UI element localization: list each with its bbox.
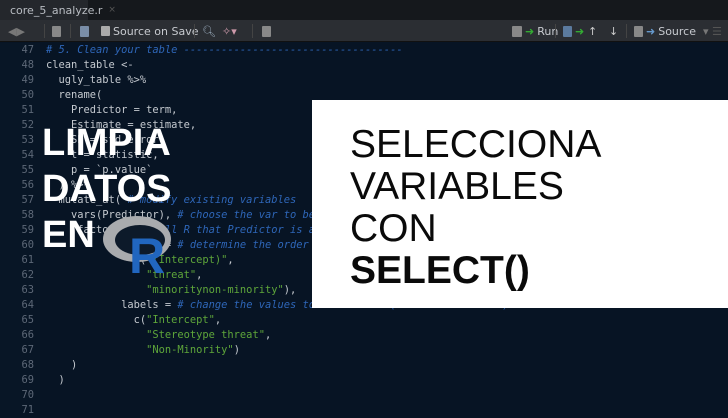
code-line: "Non-Minority")	[46, 343, 240, 358]
line-number: 58	[21, 209, 34, 221]
code-line: clean_table <-	[46, 58, 134, 73]
code-line: )	[46, 358, 77, 373]
code-string: "minoritynon-minority"	[146, 284, 284, 296]
outline-icon[interactable]: ☰	[712, 23, 722, 39]
code-text: )	[46, 374, 65, 386]
line-number: 70	[21, 389, 34, 401]
line-number: 51	[21, 104, 34, 116]
headline-line-2: VARIABLES	[350, 165, 564, 208]
source-on-save-label: Source on Save	[113, 24, 199, 38]
down-arrow-icon[interactable]: ↓	[609, 23, 618, 39]
r-logo-icon: R	[103, 216, 171, 275]
code-line: )	[46, 373, 65, 388]
line-number: 48	[21, 59, 34, 71]
code-comment: # determine the order	[177, 239, 309, 251]
code-string: "Stereotype threat"	[146, 329, 265, 341]
title-word-en: EN	[42, 214, 95, 256]
line-number: 59	[21, 224, 34, 236]
source-label: Source	[658, 24, 696, 38]
code-comment: # 5. Clean your table ------------------…	[46, 44, 403, 56]
code-text: )	[46, 359, 78, 371]
headline-card: SELECCIONA VARIABLES CON SELECT()	[312, 100, 728, 308]
code-text: clean_table <-	[46, 59, 134, 71]
headline-line-3: CON	[350, 207, 437, 250]
line-number: 53	[21, 134, 34, 146]
svg-text:R: R	[129, 228, 165, 275]
line-number: 68	[21, 359, 34, 371]
code-text: ,	[214, 314, 222, 326]
code-line: "minoritynon-minority"),	[46, 283, 296, 298]
line-number: 49	[21, 74, 34, 86]
code-string: "Non-Minority"	[146, 344, 234, 356]
code-line: "Stereotype threat",	[46, 328, 271, 343]
line-number: 63	[21, 284, 34, 296]
compile-report-icon[interactable]	[262, 23, 271, 39]
file-tab[interactable]: core_5_analyze.r ×	[0, 0, 116, 20]
code-line: c("Intercept",	[46, 313, 222, 328]
line-number: 60	[21, 239, 34, 251]
source-button[interactable]: ➜ Source ▾	[634, 23, 709, 39]
line-number: 69	[21, 374, 34, 386]
line-number: 62	[21, 269, 34, 281]
close-tab-icon[interactable]: ×	[108, 5, 116, 15]
line-number: 65	[21, 314, 34, 326]
code-text: Predictor = term,	[46, 104, 178, 116]
back-forward-icon[interactable]: ◀▶	[8, 23, 25, 39]
code-text: c(	[46, 314, 147, 326]
line-number: 55	[21, 164, 34, 176]
file-tab-label: core_5_analyze.r	[10, 3, 103, 17]
up-arrow-icon[interactable]: ↑	[588, 23, 597, 39]
line-number: 66	[21, 329, 34, 341]
line-number: 57	[21, 194, 34, 206]
code-text: rename(	[46, 89, 103, 101]
run-button[interactable]: ➜ Run	[512, 23, 558, 39]
show-in-window-icon[interactable]	[52, 23, 61, 39]
code-text: ,	[264, 329, 272, 341]
code-line: rename(	[46, 88, 103, 103]
line-number: 64	[21, 299, 34, 311]
code-text: ),	[283, 284, 297, 296]
line-number: 52	[21, 119, 34, 131]
code-line: Predictor = term,	[46, 103, 177, 118]
rerun-icon[interactable]: ➜	[563, 23, 584, 39]
headline-line-1: SELECCIONA	[350, 123, 602, 166]
code-text: ,	[196, 269, 203, 281]
tab-bar: core_5_analyze.r ×	[0, 0, 728, 20]
title-word-limpia: LIMPIA	[42, 122, 171, 164]
source-on-save-checkbox[interactable]: Source on Save	[101, 23, 198, 39]
line-number: 56	[21, 179, 34, 191]
search-icon[interactable]: 🔍︎	[202, 23, 216, 39]
magic-wand-icon[interactable]: ✧▾	[222, 23, 237, 39]
code-line: ugly_table %>%	[46, 73, 147, 88]
code-text: ugly_table %>%	[46, 74, 147, 86]
headline-select-function: SELECT()	[350, 249, 530, 292]
code-string: "Intercept"	[146, 314, 215, 326]
line-number: 50	[21, 89, 34, 101]
editor-toolbar: ◀▶ Source on Save 🔍︎ ✧▾ ➜ Run ➜ ↑ ↓ ➜ Sour…	[0, 20, 728, 42]
line-number: 67	[21, 344, 34, 356]
code-text: ,	[227, 254, 234, 266]
line-number: 54	[21, 149, 34, 161]
line-number: 61	[21, 254, 34, 266]
code-text: labels =	[46, 299, 178, 311]
code-line: # 5. Clean your table ------------------…	[46, 43, 403, 58]
code-text: )	[233, 344, 240, 356]
line-number: 71	[21, 404, 34, 416]
save-icon[interactable]	[80, 23, 89, 39]
title-word-datos: DATOS	[42, 168, 172, 210]
line-number: 47	[21, 44, 34, 56]
